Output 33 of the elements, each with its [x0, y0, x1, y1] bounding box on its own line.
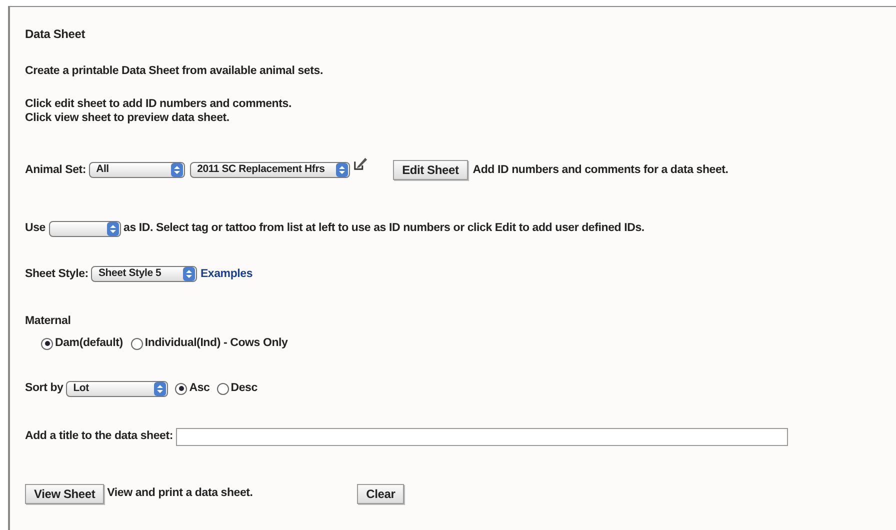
stepper-icon: [171, 163, 184, 178]
field-label: Animal Set:: [25, 162, 86, 178]
stepper-icon: [336, 163, 348, 178]
instruction-text: Click view sheet to preview data sheet.: [25, 111, 230, 126]
edit-sheet-button[interactable]: Edit Sheet: [393, 160, 468, 180]
page-title: Data Sheet: [25, 26, 86, 43]
field-label: Add a title to the data sheet:: [25, 428, 173, 444]
view-sheet-button[interactable]: View Sheet: [25, 484, 104, 504]
pencil-icon[interactable]: [353, 156, 368, 172]
stepper-icon: [183, 267, 196, 282]
dropdown[interactable]: 2011 SC Replacement Hfrs: [190, 162, 350, 178]
dropdown[interactable]: Sheet Style 5: [91, 266, 198, 282]
hint-text: View and print a data sheet.: [107, 486, 254, 501]
instruction-text: Click edit sheet to add ID numbers and comments.: [25, 97, 292, 112]
hint-text: as ID. Select tag or tattoo from list at left to use as ID numbers or click Edit to add user defined IDs.: [124, 221, 644, 236]
stepper-icon: [106, 222, 118, 236]
dropdown[interactable]: All: [89, 162, 186, 178]
dropdown[interactable]: Lot: [66, 380, 168, 397]
intro-text: Create a printable Data Sheet from available animal sets.: [25, 64, 324, 79]
radio-option[interactable]: Desc: [216, 380, 258, 398]
dropdown[interactable]: [48, 220, 120, 237]
stepper-icon: [154, 382, 166, 396]
radio-option[interactable]: Individual(Ind) - Cows Only: [130, 335, 288, 352]
radio-option[interactable]: Dam(default): [41, 335, 123, 352]
field-label: Use: [25, 221, 46, 236]
title-input[interactable]: [176, 428, 788, 446]
field-label: Sheet Style:: [25, 266, 88, 282]
radio-option[interactable]: Asc: [175, 380, 210, 398]
field-label: Sort by: [25, 381, 64, 396]
hint-text: Add ID numbers and comments for a data sheet.: [472, 162, 728, 178]
examples-link[interactable]: Examples: [200, 266, 253, 283]
section-heading: Maternal: [25, 314, 72, 329]
clear-button[interactable]: Clear: [357, 484, 404, 504]
